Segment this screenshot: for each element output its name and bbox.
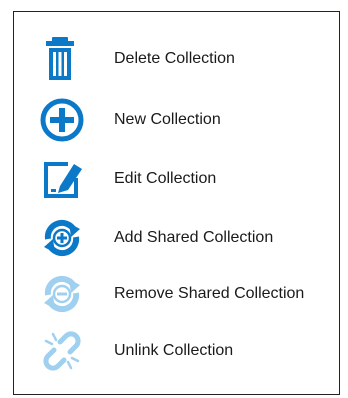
menu-item-label: Remove Shared Collection — [114, 285, 305, 302]
edit-icon — [38, 156, 86, 202]
menu-item-edit-collection[interactable]: Edit Collection — [14, 153, 339, 205]
menu-item-label: Edit Collection — [114, 170, 217, 187]
add-shared-icon — [38, 215, 86, 261]
unlink-icon — [38, 328, 86, 374]
menu-item-label: Unlink Collection — [114, 342, 234, 359]
menu-item-label: Add Shared Collection — [114, 229, 274, 246]
trash-icon — [38, 36, 86, 82]
plus-circle-icon — [38, 97, 86, 143]
menu-item-add-shared-collection[interactable]: Add Shared Collection — [14, 212, 339, 264]
remove-shared-icon — [38, 271, 86, 317]
menu-item-new-collection[interactable]: New Collection — [14, 94, 339, 146]
menu-item-remove-shared-collection[interactable]: Remove Shared Collection — [14, 268, 339, 320]
menu-item-delete-collection[interactable]: Delete Collection — [14, 33, 339, 85]
collection-context-menu: Delete Collection New Collection Edit Co… — [13, 11, 340, 395]
menu-item-label: New Collection — [114, 111, 221, 128]
menu-item-unlink-collection[interactable]: Unlink Collection — [14, 325, 339, 377]
menu-item-label: Delete Collection — [114, 50, 235, 67]
